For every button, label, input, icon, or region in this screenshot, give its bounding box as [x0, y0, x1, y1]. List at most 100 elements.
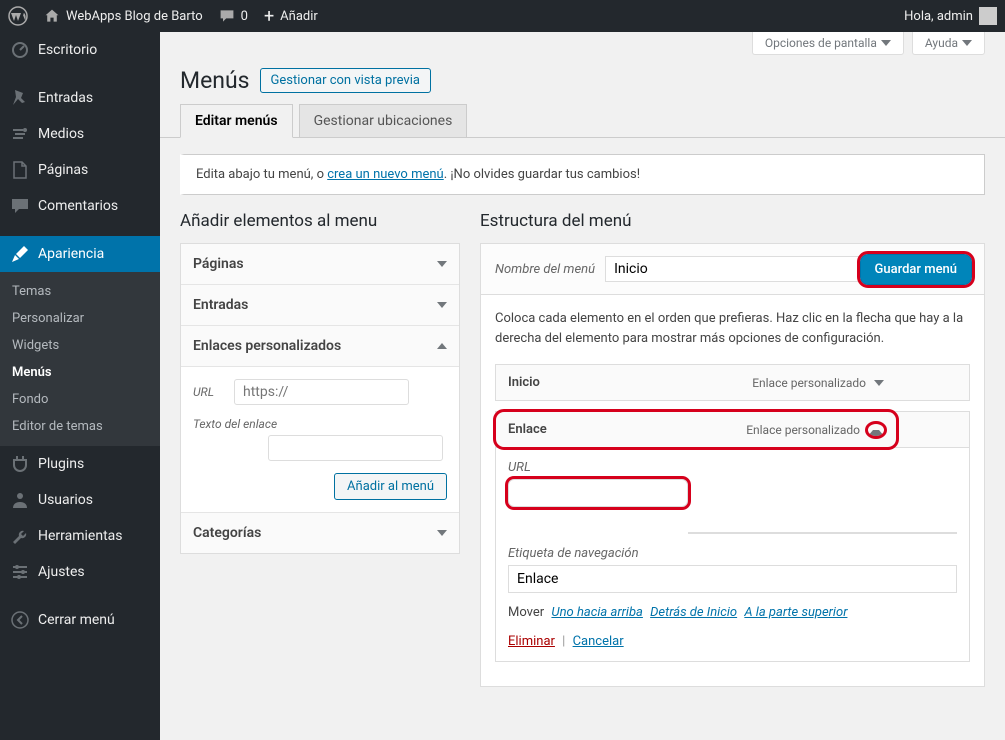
add-new-link[interactable]: + Añadir [264, 6, 318, 27]
brush-icon [10, 244, 30, 264]
move-up-link[interactable]: Uno hacia arriba [551, 605, 642, 620]
add-items-title: Añadir elementos al menu [180, 211, 460, 231]
menu-name-input[interactable] [605, 256, 865, 282]
chevron-down-icon [437, 261, 447, 267]
link-text-label: Texto del enlace [193, 417, 447, 431]
comments-link[interactable]: 0 [219, 8, 248, 24]
sidebar-item-label: Páginas [38, 162, 88, 178]
submenu-background[interactable]: Fondo [0, 386, 160, 413]
collapse-icon [10, 610, 30, 630]
custom-links-panel: URL Texto del enlace Añadir al menú [181, 367, 459, 513]
custom-link-text-input[interactable] [268, 435, 443, 461]
menu-name-label: Nombre del menú [495, 262, 595, 277]
accordion-posts[interactable]: Entradas [181, 285, 459, 326]
admin-bar: WebApps Blog de Barto 0 + Añadir Hola, a… [0, 0, 1005, 32]
save-menu-button[interactable]: Guardar menú [860, 254, 972, 285]
menu-item-bar[interactable]: Inicio Enlace personalizado [496, 365, 896, 400]
screen-options-button[interactable]: Opciones de pantalla [752, 32, 904, 55]
submenu-menus[interactable]: Menús [0, 359, 160, 386]
help-button[interactable]: Ayuda [912, 32, 985, 55]
sidebar-item-label: Ajustes [38, 564, 85, 580]
menu-item-settings: URL Etiqueta de navegación Mover Uno hac… [496, 447, 969, 661]
submenu-widgets[interactable]: Widgets [0, 332, 160, 359]
sidebar-item-label: Medios [38, 126, 84, 142]
info-notice: Edita abajo tu menú, o crea un nuevo men… [180, 154, 985, 195]
sidebar-item-appearance[interactable]: Apariencia [0, 236, 160, 272]
page-icon [10, 160, 30, 180]
sidebar-item-label: Comentarios [38, 198, 118, 214]
sidebar-item-label: Herramientas [38, 528, 123, 544]
chevron-down-icon [962, 40, 972, 46]
sidebar-item-settings[interactable]: Ajustes [0, 554, 160, 590]
custom-link-url-input[interactable] [234, 379, 409, 405]
admin-sidebar: Escritorio Entradas Medios Páginas Comen… [0, 32, 160, 740]
chevron-down-icon [881, 40, 891, 46]
chevron-down-icon [874, 380, 884, 386]
greeting-label: Hola, admin [904, 9, 973, 24]
accordion-custom-links[interactable]: Enlaces personalizados [181, 326, 459, 367]
structure-title: Estructura del menú [480, 211, 985, 231]
menu-item-title: Enlace [508, 422, 547, 437]
move-under-link[interactable]: Detrás de Inicio [650, 605, 737, 620]
submenu-customize[interactable]: Personalizar [0, 305, 160, 332]
plug-icon [10, 454, 30, 474]
chevron-down-icon [437, 530, 447, 536]
menu-item-bar[interactable]: Enlace Enlace personalizado [496, 412, 896, 447]
cancel-item-link[interactable]: Cancelar [573, 634, 624, 649]
tab-edit-menus[interactable]: Editar menús [180, 104, 293, 138]
sidebar-item-tools[interactable]: Herramientas [0, 518, 160, 554]
account-link[interactable]: Hola, admin [904, 7, 997, 25]
nav-label: Etiqueta de navegación [508, 546, 957, 561]
accordion-pages[interactable]: Páginas [181, 244, 459, 285]
sidebar-item-collapse[interactable]: Cerrar menú [0, 602, 160, 638]
avatar [979, 7, 997, 25]
menu-item-enlace: Enlace Enlace personalizado URL [495, 411, 970, 662]
menu-edit-panel: Nombre del menú Guardar menú Coloca cada… [480, 243, 985, 687]
sidebar-item-label: Entradas [38, 90, 93, 106]
move-top-link[interactable]: A la parte superior [744, 605, 847, 620]
page-title: Menús [180, 67, 250, 94]
sidebar-item-label: Escritorio [38, 42, 97, 58]
item-action-links: Eliminar | Cancelar [508, 634, 957, 649]
comment-icon [10, 196, 30, 216]
user-icon [10, 490, 30, 510]
sidebar-item-label: Plugins [38, 456, 84, 472]
wrench-icon [10, 526, 30, 546]
menu-instructions: Coloca cada elemento en el orden que pre… [495, 309, 970, 348]
dashboard-icon [10, 40, 30, 60]
create-new-menu-link[interactable]: crea un nuevo menú [327, 167, 444, 182]
chevron-up-icon [868, 424, 884, 436]
sidebar-item-users[interactable]: Usuarios [0, 482, 160, 518]
add-items-accordion: Páginas Entradas Enlaces personalizados … [180, 243, 460, 554]
add-to-menu-button[interactable]: Añadir al menú [334, 473, 447, 500]
media-icon [10, 124, 30, 144]
comments-count: 0 [241, 9, 248, 24]
sidebar-item-plugins[interactable]: Plugins [0, 446, 160, 482]
url-label: URL [193, 385, 214, 399]
chevron-down-icon [437, 302, 447, 308]
url-label: URL [508, 460, 957, 475]
accordion-categories[interactable]: Categorías [181, 513, 459, 553]
tab-manage-locations[interactable]: Gestionar ubicaciones [299, 104, 468, 137]
menu-item-nav-label-input[interactable] [508, 565, 957, 593]
sidebar-item-posts[interactable]: Entradas [0, 80, 160, 116]
site-name-label: WebApps Blog de Barto [66, 9, 203, 24]
submenu-themes[interactable]: Temas [0, 278, 160, 305]
sidebar-item-label: Usuarios [38, 492, 93, 508]
sidebar-item-comments[interactable]: Comentarios [0, 188, 160, 224]
sidebar-item-pages[interactable]: Páginas [0, 152, 160, 188]
site-name-link[interactable]: WebApps Blog de Barto [44, 8, 203, 24]
pin-icon [10, 88, 30, 108]
sliders-icon [10, 562, 30, 582]
menu-item-url-input[interactable] [508, 479, 688, 507]
submenu-theme-editor[interactable]: Editor de temas [0, 413, 160, 440]
sidebar-item-label: Cerrar menú [38, 612, 115, 628]
menu-item-inicio: Inicio Enlace personalizado [495, 364, 970, 401]
delete-item-link[interactable]: Eliminar [508, 634, 555, 649]
manage-live-preview-button[interactable]: Gestionar con vista previa [260, 68, 431, 93]
chevron-up-icon [437, 343, 447, 349]
sidebar-item-media[interactable]: Medios [0, 116, 160, 152]
menu-item-title: Inicio [508, 375, 540, 390]
wp-logo[interactable] [8, 6, 28, 26]
sidebar-item-dashboard[interactable]: Escritorio [0, 32, 160, 68]
